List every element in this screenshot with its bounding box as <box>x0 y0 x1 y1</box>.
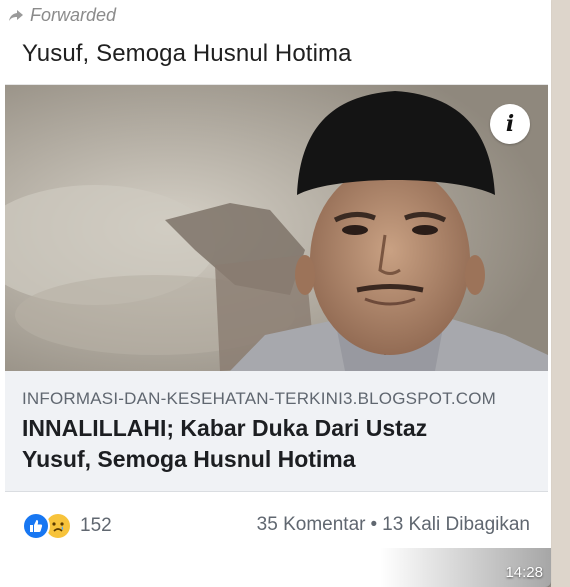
message-timestamp: 14:28 <box>505 564 543 581</box>
info-button[interactable]: i <box>490 104 530 144</box>
comments-count[interactable]: 35 Komentar <box>257 514 366 535</box>
like-reaction-icon <box>22 512 50 540</box>
thumbs-up-icon <box>30 520 43 532</box>
link-meta[interactable]: INFORMASI-DAN-KESEHATAN-TERKINI3.BLOGSPO… <box>5 371 548 491</box>
photo-illustration <box>5 85 548 371</box>
separator-dot: • <box>370 514 378 535</box>
link-title-line-2: Yusuf, Semoga Husnul Hotima <box>22 446 356 472</box>
link-domain: INFORMASI-DAN-KESEHATAN-TERKINI3.BLOGSPO… <box>22 389 497 408</box>
preview-image[interactable]: i <box>5 85 548 371</box>
reactions[interactable]: 152 <box>22 512 112 540</box>
link-title[interactable]: INNALILLAHI; Kabar Duka Dari Ustaz Yusuf… <box>22 413 532 475</box>
message-bubble[interactable]: Forwarded Yusuf, Semoga Husnul Hotima i … <box>0 0 551 587</box>
link-title-line-1: INNALILLAHI; Kabar Duka Dari Ustaz <box>22 415 428 441</box>
shares-count[interactable]: 13 Kali Dibagikan <box>382 514 530 535</box>
forwarded-label: Forwarded <box>8 4 116 26</box>
chat-background <box>548 0 570 587</box>
forward-arrow-icon <box>9 10 23 21</box>
message-text: Yusuf, Semoga Husnul Hotima <box>22 40 352 67</box>
comments-shares: 35 Komentar • 13 Kali Dibagikan <box>257 514 530 536</box>
forwarded-text: Forwarded <box>30 4 117 25</box>
reactions-count: 152 <box>80 515 112 536</box>
link-preview-card[interactable]: i INFORMASI-DAN-KESEHATAN-TERKINI3.BLOGS… <box>5 84 548 561</box>
